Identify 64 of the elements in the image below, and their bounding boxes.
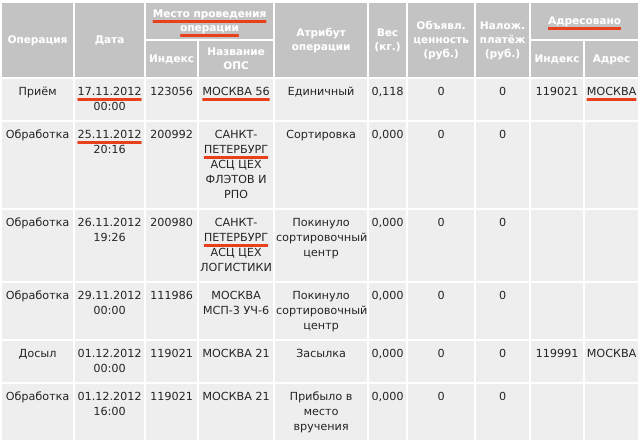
table-cell: МОСКВА 21 bbox=[199, 341, 273, 382]
table-cell: САНКТ- ПЕТЕРБУРГ АСЦ ЦЕХ ФЛЭТОВ И РПО bbox=[199, 122, 273, 208]
table-cell: 0 bbox=[476, 341, 529, 382]
table-cell: 0 bbox=[476, 210, 529, 281]
table-cell: 0 bbox=[476, 283, 529, 339]
table-cell: 25.11.2012 20:16 bbox=[75, 122, 144, 208]
table-cell: 200992 bbox=[146, 122, 197, 208]
table-cell: МОСКВА 21 bbox=[199, 384, 273, 440]
column-header: Вес (кг.) bbox=[369, 3, 406, 77]
table-cell: 01.12.2012 00:00 bbox=[75, 341, 144, 382]
table-cell: 0 bbox=[476, 79, 529, 120]
table-cell: 0 bbox=[408, 341, 474, 382]
table-cell: 0 bbox=[408, 384, 474, 440]
table-cell: Покинуло сортировочный центр bbox=[275, 283, 367, 339]
table-cell: 111986 bbox=[146, 283, 197, 339]
table-cell: Обработка bbox=[2, 210, 73, 281]
table-cell: 119021 bbox=[146, 384, 197, 440]
table-cell: 0 bbox=[408, 79, 474, 120]
table-cell: Обработка bbox=[2, 283, 73, 339]
column-header: Объявл. ценность (руб.) bbox=[408, 3, 474, 77]
column-header: Адрес bbox=[585, 41, 638, 77]
table-cell: Единичный bbox=[275, 79, 367, 120]
table-cell: 0,000 bbox=[369, 384, 406, 440]
table-cell: 123056 bbox=[146, 79, 197, 120]
table-cell: 119021 bbox=[146, 341, 197, 382]
column-header: Атрибут операции bbox=[275, 3, 367, 77]
table-cell: 0 bbox=[476, 122, 529, 208]
column-header: Название ОПС bbox=[199, 41, 273, 77]
table-cell: МОСКВА bbox=[585, 341, 638, 382]
table-cell: Досыл bbox=[2, 341, 73, 382]
table-cell: 119021 bbox=[531, 79, 583, 120]
table-cell: 119991 bbox=[531, 341, 583, 382]
table-cell: 0,000 bbox=[369, 341, 406, 382]
table-cell: 29.11.2012 00:00 bbox=[75, 283, 144, 339]
table-cell: 0,000 bbox=[369, 210, 406, 281]
column-header: Индекс bbox=[531, 41, 583, 77]
table-cell: 01.12.2012 16:00 bbox=[75, 384, 144, 440]
table-cell: Сортировка bbox=[275, 122, 367, 208]
table-cell: 0 bbox=[408, 210, 474, 281]
column-header: Дата bbox=[75, 3, 144, 77]
table-cell: Обработка bbox=[2, 384, 73, 440]
table-cell: 17.11.2012 00:00 bbox=[75, 79, 144, 120]
column-header: Адресовано bbox=[531, 3, 638, 39]
table-cell: 26.11.2012 19:26 bbox=[75, 210, 144, 281]
table-cell: 0 bbox=[476, 384, 529, 440]
table-cell: САНКТ- ПЕТЕРБУРГ АСЦ ЦЕХ ЛОГИСТИКИ bbox=[199, 210, 273, 281]
column-header: Налож. платёж (руб.) bbox=[476, 3, 529, 77]
table-cell: 0 bbox=[408, 283, 474, 339]
table-cell: Приём bbox=[2, 79, 73, 120]
table-cell: МОСКВА МСП-3 УЧ-6 bbox=[199, 283, 273, 339]
column-header: Операция bbox=[2, 3, 73, 77]
table-cell: МОСКВА bbox=[585, 79, 638, 120]
table-cell: Обработка bbox=[2, 122, 73, 208]
table-cell: 0,000 bbox=[369, 283, 406, 339]
table-cell: Прибыло в место вручения bbox=[275, 384, 367, 440]
table-cell: 0,000 bbox=[369, 122, 406, 208]
column-header: Место проведения операции bbox=[146, 3, 273, 39]
table-cell: 0,118 bbox=[369, 79, 406, 120]
table-cell: МОСКВА 56 bbox=[199, 79, 273, 120]
table-cell: 200980 bbox=[146, 210, 197, 281]
table-cell: Засылка bbox=[275, 341, 367, 382]
table-cell: Покинуло сортировочный центр bbox=[275, 210, 367, 281]
column-header: Индекс bbox=[146, 41, 197, 77]
table-cell: 0 bbox=[408, 122, 474, 208]
